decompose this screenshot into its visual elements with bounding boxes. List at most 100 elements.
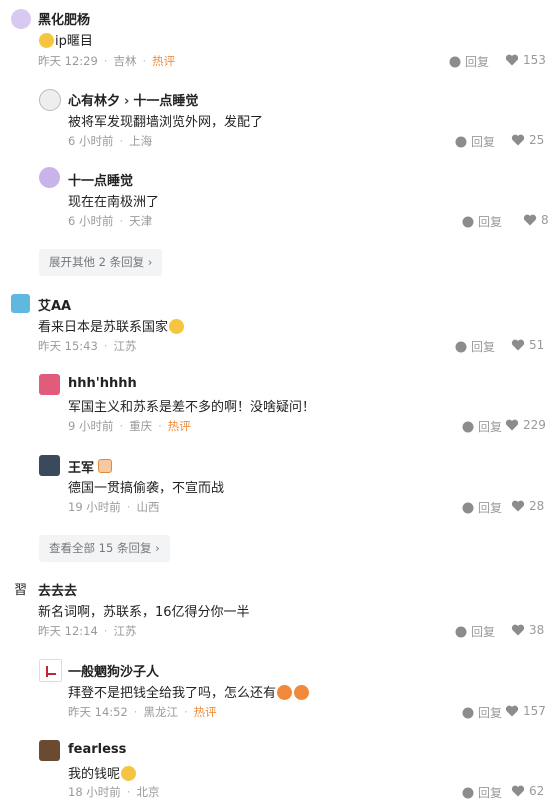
reply-to-arrow: › <box>124 94 130 109</box>
comment-time: 昨天 14:52 <box>68 705 128 719</box>
angry-emoji-icon <box>277 685 293 700</box>
comment-time: 18 小时前 <box>68 785 121 799</box>
heart-icon <box>505 705 519 717</box>
comment-text: 现在在南极洲了 <box>68 195 160 210</box>
like-button[interactable]: 51 <box>511 338 544 352</box>
avatar[interactable] <box>39 455 60 476</box>
reply-button[interactable]: 回复 <box>455 133 495 150</box>
comment-author[interactable]: 艾AA <box>38 295 71 314</box>
comment-meta: 9 小时前 · 重庆 · 热评 <box>68 419 191 433</box>
reply-button[interactable]: 回复 <box>455 623 495 640</box>
comment-bubble-icon <box>462 216 474 227</box>
comment-text: 德国一贯搞偷袭，不宣而战 <box>68 481 225 496</box>
avatar[interactable]: 習 <box>11 579 30 598</box>
like-button[interactable]: 28 <box>511 499 544 513</box>
avatar[interactable] <box>39 167 60 188</box>
verified-badge-icon <box>98 459 113 473</box>
comment-time: 昨天 15:43 <box>38 339 98 353</box>
comment-time: 19 小时前 <box>68 500 121 514</box>
like-button[interactable]: 157 <box>505 704 546 718</box>
comment-bubble-icon <box>455 341 467 352</box>
view-all-replies-button[interactable]: 查看全部 15 条回复 › <box>39 535 170 562</box>
comment-meta: 昨天 12:14 · 江苏 <box>38 624 137 638</box>
comment-time: 昨天 12:14 <box>38 624 98 638</box>
comment-location: 江苏 <box>113 339 137 353</box>
avatar[interactable] <box>39 89 61 111</box>
angry-emoji-icon <box>294 685 310 700</box>
comment-location: 上海 <box>129 134 153 148</box>
hot-badge: 热评 <box>193 705 217 719</box>
comment-bubble-icon <box>455 136 467 147</box>
comment-bubble-icon <box>455 626 467 637</box>
reply-button[interactable]: 回复 <box>462 704 502 721</box>
comment-text: 军国主义和苏系是差不多的啊！没啥疑问！ <box>68 400 316 415</box>
avatar[interactable] <box>11 9 31 29</box>
crying-emoji-icon <box>169 319 185 334</box>
avatar[interactable] <box>39 740 60 761</box>
heart-icon <box>511 785 525 797</box>
comment-bubble-icon <box>449 56 461 67</box>
reply-button[interactable]: 回复 <box>462 213 502 230</box>
comment-bubble-icon <box>462 787 474 798</box>
comment-meta: 18 小时前 · 北京 <box>68 785 160 799</box>
heart-icon <box>511 500 525 512</box>
comment-author[interactable]: 心有林夕 › 十一点睡觉 <box>68 90 198 109</box>
glyph-avatar-icon: 習 <box>13 583 27 598</box>
comment-text: 拜登不是把钱全给我了吗，怎么还有 <box>68 682 310 701</box>
comment-author[interactable]: 去去去 <box>38 580 77 599</box>
comment-author[interactable]: fearless <box>68 742 126 757</box>
heart-icon <box>511 624 525 636</box>
comment-author[interactable]: 王军 <box>68 457 113 476</box>
reply-button[interactable]: 回复 <box>455 338 495 355</box>
comment-author[interactable]: 黑化肥杨 <box>38 9 90 28</box>
like-button[interactable]: 229 <box>505 418 546 432</box>
reply-button[interactable]: 回复 <box>449 53 489 70</box>
heart-icon <box>511 339 525 351</box>
like-button[interactable]: 38 <box>511 623 544 637</box>
comment-location: 北京 <box>136 785 160 799</box>
like-button[interactable]: 8 <box>523 213 549 227</box>
expand-replies-button[interactable]: 展开其他 2 条回复 › <box>39 249 163 276</box>
comment-text: 新名词啊，苏联系，16亿得分你一半 <box>38 605 250 620</box>
reply-button[interactable]: 回复 <box>462 418 502 435</box>
comment-meta: 昨天 12:29 · 吉林 · 热评 <box>38 54 176 68</box>
comment-bubble-icon <box>462 707 474 718</box>
comment-author[interactable]: 十一点睡觉 <box>68 170 133 189</box>
comment-location: 重庆 <box>129 419 153 433</box>
grimace-emoji-icon <box>39 33 54 48</box>
comment-time: 6 小时前 <box>68 214 114 228</box>
heart-icon <box>505 54 519 66</box>
comment-text: 被将军发现翻墙浏览外网，发配了 <box>68 115 264 130</box>
heart-icon <box>523 214 537 226</box>
comment-time: 6 小时前 <box>68 134 114 148</box>
avatar[interactable] <box>11 294 30 313</box>
avatar[interactable] <box>39 374 60 395</box>
comment-meta: 19 小时前 · 山西 <box>68 500 160 514</box>
hot-badge: 热评 <box>167 419 191 433</box>
comment-location: 山西 <box>136 500 160 514</box>
like-button[interactable]: 153 <box>505 53 546 67</box>
comment-bubble-icon <box>462 421 474 432</box>
comment-meta: 昨天 14:52 · 黑龙江 · 热评 <box>68 705 217 719</box>
reply-target[interactable]: 十一点睡觉 <box>133 94 198 109</box>
flag-icon <box>45 665 56 677</box>
like-button[interactable]: 25 <box>511 133 544 147</box>
reply-button[interactable]: 回复 <box>462 784 502 801</box>
comment-time: 昨天 12:29 <box>38 54 98 68</box>
comment-author[interactable]: 一般魍狗沙子人 <box>68 661 159 680</box>
reply-button[interactable]: 回复 <box>462 499 502 516</box>
comment-meta: 6 小时前 · 天津 <box>68 214 153 228</box>
comment-location: 吉林 <box>113 54 137 68</box>
comment-location: 江苏 <box>113 624 137 638</box>
comment-location: 黑龙江 <box>143 705 178 719</box>
comment-text: 看来日本是苏联系国家 <box>38 316 185 335</box>
avatar[interactable] <box>39 659 62 682</box>
comment-time: 9 小时前 <box>68 419 114 433</box>
hot-badge: 热评 <box>152 54 176 68</box>
comment-author[interactable]: hhh'hhhh <box>68 376 137 391</box>
comment-text: ip暱目 <box>38 30 93 49</box>
like-button[interactable]: 62 <box>511 784 544 798</box>
comment-bubble-icon <box>462 502 474 513</box>
heart-icon <box>511 134 525 146</box>
comment-meta: 昨天 15:43 · 江苏 <box>38 339 137 353</box>
